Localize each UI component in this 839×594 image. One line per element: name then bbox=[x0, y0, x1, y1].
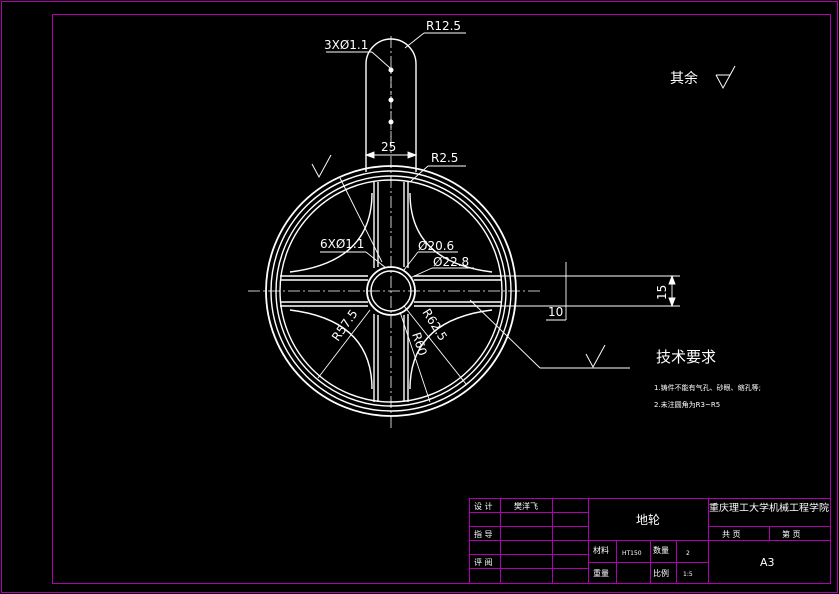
weight-label: 重量 bbox=[593, 568, 609, 578]
dim-width-25: 25 bbox=[381, 140, 396, 154]
quantity-value: 2 bbox=[686, 550, 690, 557]
material-value: HT150 bbox=[622, 550, 642, 557]
dim-r57-5: R57.5 bbox=[329, 307, 361, 344]
dim-d22-8: Ø22.8 bbox=[433, 255, 469, 269]
surface-mark-label: 其余 bbox=[670, 70, 698, 87]
review-label: 评 阅 bbox=[474, 558, 493, 567]
sheet-number-label: 第 页 bbox=[782, 529, 801, 539]
school-name: 重庆理工大学机械工程学院 bbox=[709, 502, 830, 514]
wheel-drawing bbox=[248, 36, 540, 430]
design-label: 设 计 bbox=[474, 501, 493, 511]
dim-6-holes: 6XØ1.1 bbox=[320, 237, 364, 251]
scale-value: 1:5 bbox=[683, 571, 693, 578]
tech-requirements-title: 技术要求 bbox=[656, 348, 716, 366]
dim-d20-6: Ø20.6 bbox=[418, 239, 454, 253]
designer-name: 樊洋飞 bbox=[514, 501, 538, 511]
tech-note-1: 1.铸件不能有气孔、砂眼、缩孔等; bbox=[654, 383, 761, 392]
material-label: 材料 bbox=[593, 545, 609, 555]
dimension-lines bbox=[317, 32, 680, 403]
sheets-total-label: 共 页 bbox=[722, 530, 741, 539]
roughness-symbols bbox=[311, 65, 736, 369]
paper-size: A3 bbox=[760, 556, 775, 569]
quantity-label: 数量 bbox=[653, 545, 669, 555]
dim-r12-5: R12.5 bbox=[426, 19, 461, 33]
dim-10: 10 bbox=[548, 305, 563, 319]
dim-15: 15 bbox=[655, 285, 669, 300]
dim-3-holes: 3XØ1.1 bbox=[324, 38, 368, 52]
guide-label: 指 导 bbox=[474, 529, 493, 539]
tech-note-2: 2.未注圆角为R3~R5 bbox=[654, 400, 720, 409]
dim-r2-5: R2.5 bbox=[431, 151, 458, 165]
scale-label: 比例 bbox=[653, 568, 669, 578]
part-name: 地轮 bbox=[636, 513, 660, 527]
drawing-canvas: R12.5 3XØ1.1 25 R2.5 6XØ1.1 Ø20.6 Ø22.8 … bbox=[1, 1, 838, 593]
